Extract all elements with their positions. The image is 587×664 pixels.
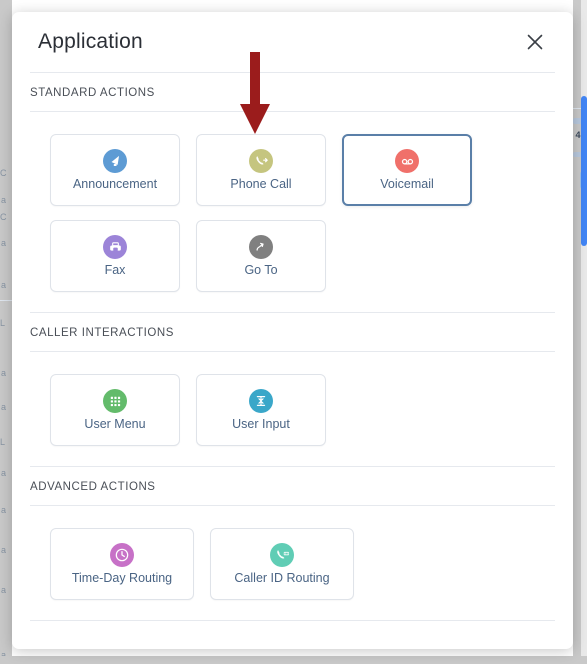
action-card-fax[interactable]: Fax — [50, 220, 180, 292]
dialog-header: Application — [12, 12, 573, 72]
page-title: Application — [38, 30, 143, 53]
action-card-label: Caller ID Routing — [234, 571, 330, 586]
background-left-gutter — [0, 0, 12, 664]
background-text-fragment: a — [1, 505, 7, 515]
standard-actions-row-2: Fax Go To — [12, 220, 573, 292]
background-text-fragment: L — [0, 437, 6, 447]
action-card-label: User Input — [232, 417, 290, 432]
background-text-fragment: a — [1, 368, 7, 378]
action-card-phone-call[interactable]: Phone Call — [196, 134, 326, 206]
action-card-user-menu[interactable]: User Menu — [50, 374, 180, 446]
background-text-fragment: a — [1, 545, 7, 555]
page-scrollbar-track[interactable] — [581, 0, 587, 664]
background-text-fragment: L — [0, 318, 6, 328]
background-divider — [0, 300, 12, 301]
announcement-icon — [103, 149, 127, 174]
application-dialog: Application STANDARD ACTIONS Announcemen… — [12, 12, 573, 649]
caller-interactions-row-1: User Menu User Input — [12, 374, 573, 446]
voicemail-icon — [395, 149, 419, 174]
background-text-fragment: a — [1, 402, 7, 412]
background-text-fragment: C — [0, 212, 7, 222]
action-card-label: Fax — [104, 263, 126, 278]
user-input-icon — [249, 389, 273, 414]
action-card-label: Voicemail — [380, 177, 434, 192]
user-menu-icon — [103, 389, 127, 414]
background-text-fragment: C — [0, 168, 7, 178]
background-text-fragment: a — [1, 468, 7, 478]
background-text-fragment: a — [1, 585, 7, 595]
fax-icon — [103, 235, 127, 260]
section-label-standard-actions: STANDARD ACTIONS — [30, 87, 155, 99]
page-scrollbar-thumb[interactable] — [581, 96, 587, 246]
background-text-fragment: a — [1, 238, 7, 248]
clock-icon — [110, 543, 134, 568]
action-card-caller-id-routing[interactable]: Caller ID Routing — [210, 528, 354, 600]
action-card-label: User Menu — [84, 417, 146, 432]
caller-id-phone-icon — [270, 543, 294, 568]
action-card-go-to[interactable]: Go To — [196, 220, 326, 292]
action-card-voicemail[interactable]: Voicemail — [342, 134, 472, 206]
action-card-label: Time-Day Routing — [71, 571, 173, 586]
go-to-icon — [249, 235, 273, 260]
background-bottom-strip — [0, 656, 587, 664]
phone-call-icon — [249, 149, 273, 174]
dialog-body: STANDARD ACTIONS Announcement Phone Call… — [12, 72, 573, 649]
action-card-label: Phone Call — [230, 177, 292, 192]
action-card-announcement[interactable]: Announcement — [50, 134, 180, 206]
section-label-caller-interactions: CALLER INTERACTIONS — [30, 327, 175, 339]
close-icon[interactable] — [521, 28, 549, 56]
advanced-actions-row-1: Time-Day Routing Caller ID Routing — [12, 528, 573, 600]
background-text-fragment: a — [1, 280, 7, 290]
action-card-time-day-routing[interactable]: Time-Day Routing — [50, 528, 194, 600]
background-text-fragment: a — [1, 195, 7, 205]
action-card-user-input[interactable]: User Input — [196, 374, 326, 446]
action-card-label: Go To — [244, 263, 278, 278]
section-divider — [30, 620, 555, 621]
section-label-advanced-actions: ADVANCED ACTIONS — [30, 481, 156, 493]
standard-actions-row-1: Announcement Phone Call Voicemail — [12, 134, 573, 206]
action-card-label: Announcement — [72, 177, 158, 192]
